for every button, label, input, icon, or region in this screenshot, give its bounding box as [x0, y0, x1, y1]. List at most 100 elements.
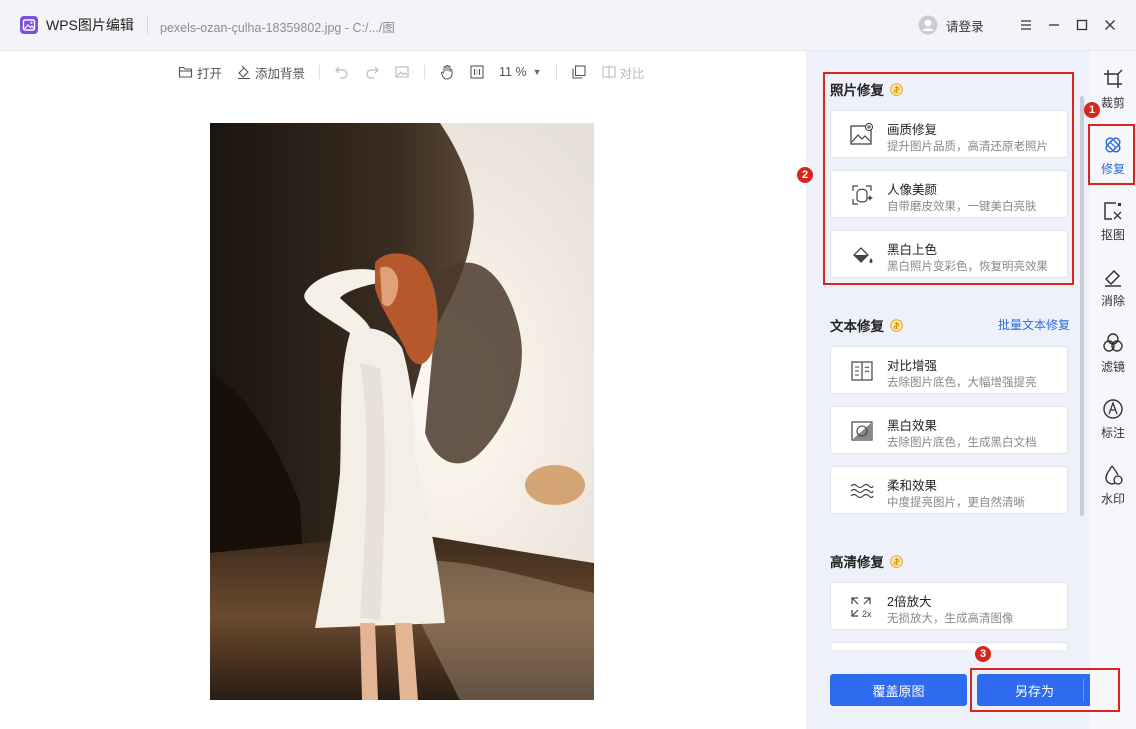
panel-scrollbar[interactable] — [1080, 96, 1084, 516]
batch-text-repair-link[interactable]: 批量文本修复 — [998, 316, 1070, 333]
card-title: 黑白上色 — [887, 243, 938, 257]
rail-item-watermark[interactable]: 水印 — [1090, 458, 1136, 514]
actual-size-button[interactable] — [469, 64, 485, 80]
toolbar-divider — [555, 65, 557, 79]
app-name: WPS图片编辑 — [46, 17, 134, 33]
colorize-icon — [853, 247, 873, 263]
card-colorize[interactable]: 黑白上色 黑白照片变彩色，恢复明亮效果 — [830, 230, 1068, 278]
photo-repair-section-title: 照片修复 — [830, 79, 903, 99]
card-title: 画质修复 — [887, 123, 938, 137]
watermark-icon — [1105, 465, 1123, 485]
hd-repair-section-title: 高清修复 — [830, 551, 903, 571]
card-portrait-beauty[interactable]: 人像美颜 自带磨皮效果，一键美白亮肤 — [830, 170, 1068, 218]
caret-down-icon: ▼ — [532, 67, 542, 77]
rail-item-annotate[interactable]: 标注 — [1090, 392, 1136, 448]
card-desc: 去除图片底色，大幅增强提亮 — [887, 377, 1037, 389]
text-repair-section-title: 文本修复 — [830, 315, 903, 335]
title-bar: WPS图片编辑 pexels-ozan-çulha-18359802.jpg -… — [0, 0, 1136, 51]
repair-icon — [1105, 137, 1121, 153]
rail-item-repair[interactable]: 修复 — [1090, 128, 1136, 184]
card-desc: 提升图片品质，高清还原老照片 — [887, 141, 1048, 153]
redo-icon — [366, 66, 379, 79]
add-background-label: 添加背景 — [255, 66, 306, 81]
folder-open-icon — [178, 66, 193, 78]
compare-button[interactable]: 对比 — [601, 63, 645, 82]
open-label: 打开 — [197, 66, 223, 81]
rail-label: 消除 — [1100, 294, 1125, 308]
annotate-icon — [1103, 399, 1123, 419]
card-title: 黑白效果 — [887, 419, 938, 433]
soft-effect-icon — [850, 483, 874, 499]
edited-photo[interactable] — [210, 123, 594, 700]
add-background-button[interactable]: 添加背景 — [236, 63, 305, 82]
actual-size-icon — [470, 65, 484, 79]
menu-button[interactable] — [1016, 15, 1036, 35]
eraser-icon — [1104, 269, 1121, 287]
vip-coin-icon — [890, 554, 903, 568]
close-icon — [1105, 20, 1115, 30]
zoom-dropdown[interactable]: 11 % ▼ — [499, 65, 542, 79]
toolbar-divider — [319, 65, 321, 79]
card-bw-effect[interactable]: 黑白效果 去除图片底色，生成黑白文档 — [830, 406, 1068, 454]
maximize-button[interactable] — [1072, 15, 1092, 35]
card-contrast-enhance[interactable]: 对比增强 去除图片底色，大幅增强提亮 — [830, 346, 1068, 394]
image-enhance-icon — [850, 123, 874, 145]
redo-button[interactable] — [364, 64, 380, 80]
rail-label: 修复 — [1100, 162, 1125, 176]
card-desc: 无损放大，生成高清图像 — [887, 613, 1014, 625]
hd-repair-title-text: 高清修复 — [830, 555, 884, 570]
close-button[interactable] — [1100, 15, 1120, 35]
menu-icon — [1021, 20, 1031, 30]
copy-icon — [571, 65, 586, 79]
card-desc: 去除图片底色，生成黑白文档 — [887, 437, 1037, 449]
undo-icon — [335, 66, 348, 79]
rail-label: 裁剪 — [1100, 96, 1125, 110]
rail-label: 抠图 — [1100, 228, 1125, 242]
portrait-beauty-icon — [852, 185, 873, 205]
rail-item-crop[interactable]: 裁剪 — [1090, 62, 1136, 118]
title-divider — [147, 16, 148, 34]
user-avatar-icon — [918, 15, 938, 35]
copy-button[interactable] — [571, 64, 587, 80]
image-button[interactable] — [394, 64, 410, 80]
photo-illustration — [210, 123, 594, 700]
file-name: pexels-ozan-çulha-18359802.jpg - C:/.../… — [160, 21, 395, 35]
zoom-level: 11 % — [499, 65, 527, 79]
overwrite-original-button[interactable]: 覆盖原图 — [830, 674, 967, 706]
rail-label: 滤镜 — [1100, 360, 1125, 374]
contrast-enhance-icon — [851, 361, 873, 381]
rail-item-filter[interactable]: 滤镜 — [1090, 326, 1136, 382]
filter-icon — [1103, 333, 1123, 352]
upscale-icon-text: 2x — [862, 609, 872, 619]
login-button[interactable]: 请登录 — [918, 14, 984, 36]
card-desc: 中度提亮图片，更自然清晰 — [887, 497, 1025, 509]
open-button[interactable]: 打开 — [178, 63, 222, 82]
rail-item-erase[interactable]: 消除 — [1090, 260, 1136, 316]
compare-label: 对比 — [619, 66, 645, 81]
editor-toolbar: 打开 添加背景 11 % ▼ 对比 — [178, 60, 659, 84]
undo-button[interactable] — [334, 64, 350, 80]
rail-label: 水印 — [1100, 492, 1125, 506]
vip-coin-icon — [890, 82, 903, 96]
card-title: 对比增强 — [887, 359, 938, 373]
maximize-icon — [1076, 19, 1088, 31]
save-as-label: 另存为 — [1015, 683, 1055, 699]
rail-item-cutout[interactable]: 抠图 — [1090, 194, 1136, 250]
toolbar-divider — [424, 65, 426, 79]
card-soft-effect[interactable]: 柔和效果 中度提亮图片，更自然清晰 — [830, 466, 1068, 514]
login-label: 请登录 — [946, 19, 984, 34]
hand-icon — [441, 65, 453, 80]
card-next-partial[interactable] — [830, 642, 1068, 650]
card-quality-repair[interactable]: 画质修复 提升图片品质，高清还原老照片 — [830, 110, 1068, 158]
rail-label: 标注 — [1100, 426, 1125, 440]
card-desc: 黑白照片变彩色，恢复明亮效果 — [887, 261, 1048, 273]
bw-effect-icon — [851, 421, 873, 441]
app-logo-icon — [20, 16, 38, 34]
crop-icon — [1104, 69, 1123, 88]
cutout-icon — [1104, 202, 1122, 220]
minimize-button[interactable] — [1044, 15, 1064, 35]
card-upscale-2x[interactable]: 2x 2倍放大 无损放大，生成高清图像 — [830, 582, 1068, 630]
pan-tool-button[interactable] — [439, 64, 455, 80]
background-fill-icon — [238, 65, 251, 80]
image-icon — [395, 66, 409, 78]
